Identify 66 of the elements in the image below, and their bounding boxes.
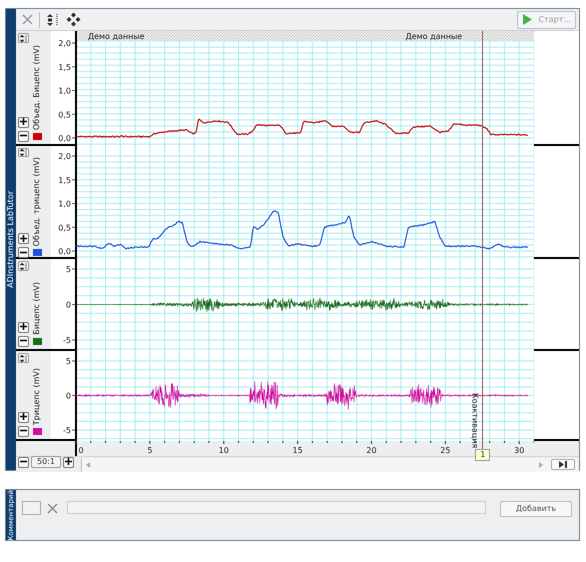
clear-icon[interactable] bbox=[47, 503, 58, 514]
play-icon bbox=[523, 14, 532, 25]
axis-tick-label: 5 bbox=[66, 357, 71, 366]
zoom-in-button[interactable] bbox=[63, 456, 74, 468]
scale-down-button[interactable] bbox=[18, 426, 29, 437]
skip-to-end-icon bbox=[559, 461, 567, 468]
scale-down-button[interactable] bbox=[18, 247, 29, 258]
scale-down-button[interactable] bbox=[18, 336, 29, 347]
axis-tick-label: 0 bbox=[66, 392, 71, 400]
add-button[interactable]: Добавить bbox=[500, 501, 572, 517]
plus-icon bbox=[20, 323, 27, 330]
comment-input-field[interactable] bbox=[67, 501, 486, 514]
scale-up-button[interactable] bbox=[18, 233, 29, 244]
axis-tick-label: 1,0 bbox=[58, 200, 71, 208]
scale-button[interactable] bbox=[18, 33, 29, 43]
scroll-to-end-button[interactable] bbox=[551, 459, 575, 470]
plus-icon bbox=[20, 234, 27, 242]
axis-tick-label: 15 bbox=[292, 446, 303, 455]
color-swatch-button[interactable] bbox=[22, 501, 41, 515]
minus-icon bbox=[20, 132, 27, 140]
plus-icon bbox=[20, 118, 27, 126]
axis-tick-label: 2,0 bbox=[58, 152, 71, 161]
axis-tick-label: 2,0 bbox=[58, 39, 71, 48]
axis-tick-label: 1,0 bbox=[58, 86, 71, 96]
plus-icon bbox=[20, 413, 27, 420]
scale-up-button[interactable] bbox=[18, 412, 29, 423]
side-panel-label: ADInstruments LabTutor bbox=[6, 191, 16, 288]
axis-tick-label: 25 bbox=[440, 446, 450, 455]
scale-button[interactable] bbox=[18, 148, 29, 157]
axis-tick-label: 20 bbox=[366, 446, 377, 455]
axis-tick-label: -5 bbox=[63, 336, 71, 345]
channel-label: Объед. Бицепс (mV) bbox=[32, 44, 42, 130]
axis-tick-label: 1,5 bbox=[58, 176, 71, 185]
event-marker-number[interactable]: 1 bbox=[475, 449, 490, 461]
event-marker-label: Коактивация bbox=[470, 393, 480, 448]
axis-tick-label: 0 bbox=[66, 300, 71, 310]
scale-down-button[interactable] bbox=[18, 131, 29, 142]
scale-button[interactable] bbox=[18, 353, 29, 363]
scale-button[interactable] bbox=[18, 261, 29, 271]
plus-icon bbox=[65, 458, 72, 465]
axis-tick-label: 0,5 bbox=[58, 223, 71, 232]
axis-tick-label: 0 bbox=[78, 446, 84, 455]
axis-tick-label: 30 bbox=[514, 446, 524, 455]
axis-tick-label: 5 bbox=[147, 446, 152, 455]
minus-icon bbox=[20, 248, 27, 256]
arrange-icon[interactable] bbox=[46, 12, 60, 26]
axis-tick-label: 1,5 bbox=[58, 62, 71, 72]
channel-label: Трицепс (mV) bbox=[32, 368, 42, 425]
axis-tick-label: -5 bbox=[63, 426, 71, 435]
move-icon[interactable] bbox=[66, 12, 81, 27]
minus-icon bbox=[20, 458, 27, 465]
data-block-label: Демо данные bbox=[88, 32, 145, 41]
zoom-ratio-field[interactable]: 50:1 bbox=[31, 456, 61, 468]
minus-icon bbox=[20, 337, 27, 344]
axis-tick-label: 5 bbox=[66, 265, 71, 274]
axis-tick-label: 10 bbox=[218, 446, 229, 455]
scale-up-button[interactable] bbox=[18, 117, 29, 128]
axis-tick-label: 0,0 bbox=[58, 134, 71, 143]
zoom-out-button[interactable] bbox=[18, 456, 29, 468]
axis-tick-label: 0,0 bbox=[58, 247, 71, 256]
minus-icon bbox=[20, 427, 27, 434]
axis-tick-label: 0,5 bbox=[58, 110, 71, 120]
channel-label: Бицепс (mV) bbox=[32, 282, 42, 335]
data-block-label: Демо данные bbox=[405, 32, 462, 41]
scale-up-button[interactable] bbox=[18, 322, 29, 333]
channel-label: Объед. трицепс (mV) bbox=[32, 157, 42, 246]
